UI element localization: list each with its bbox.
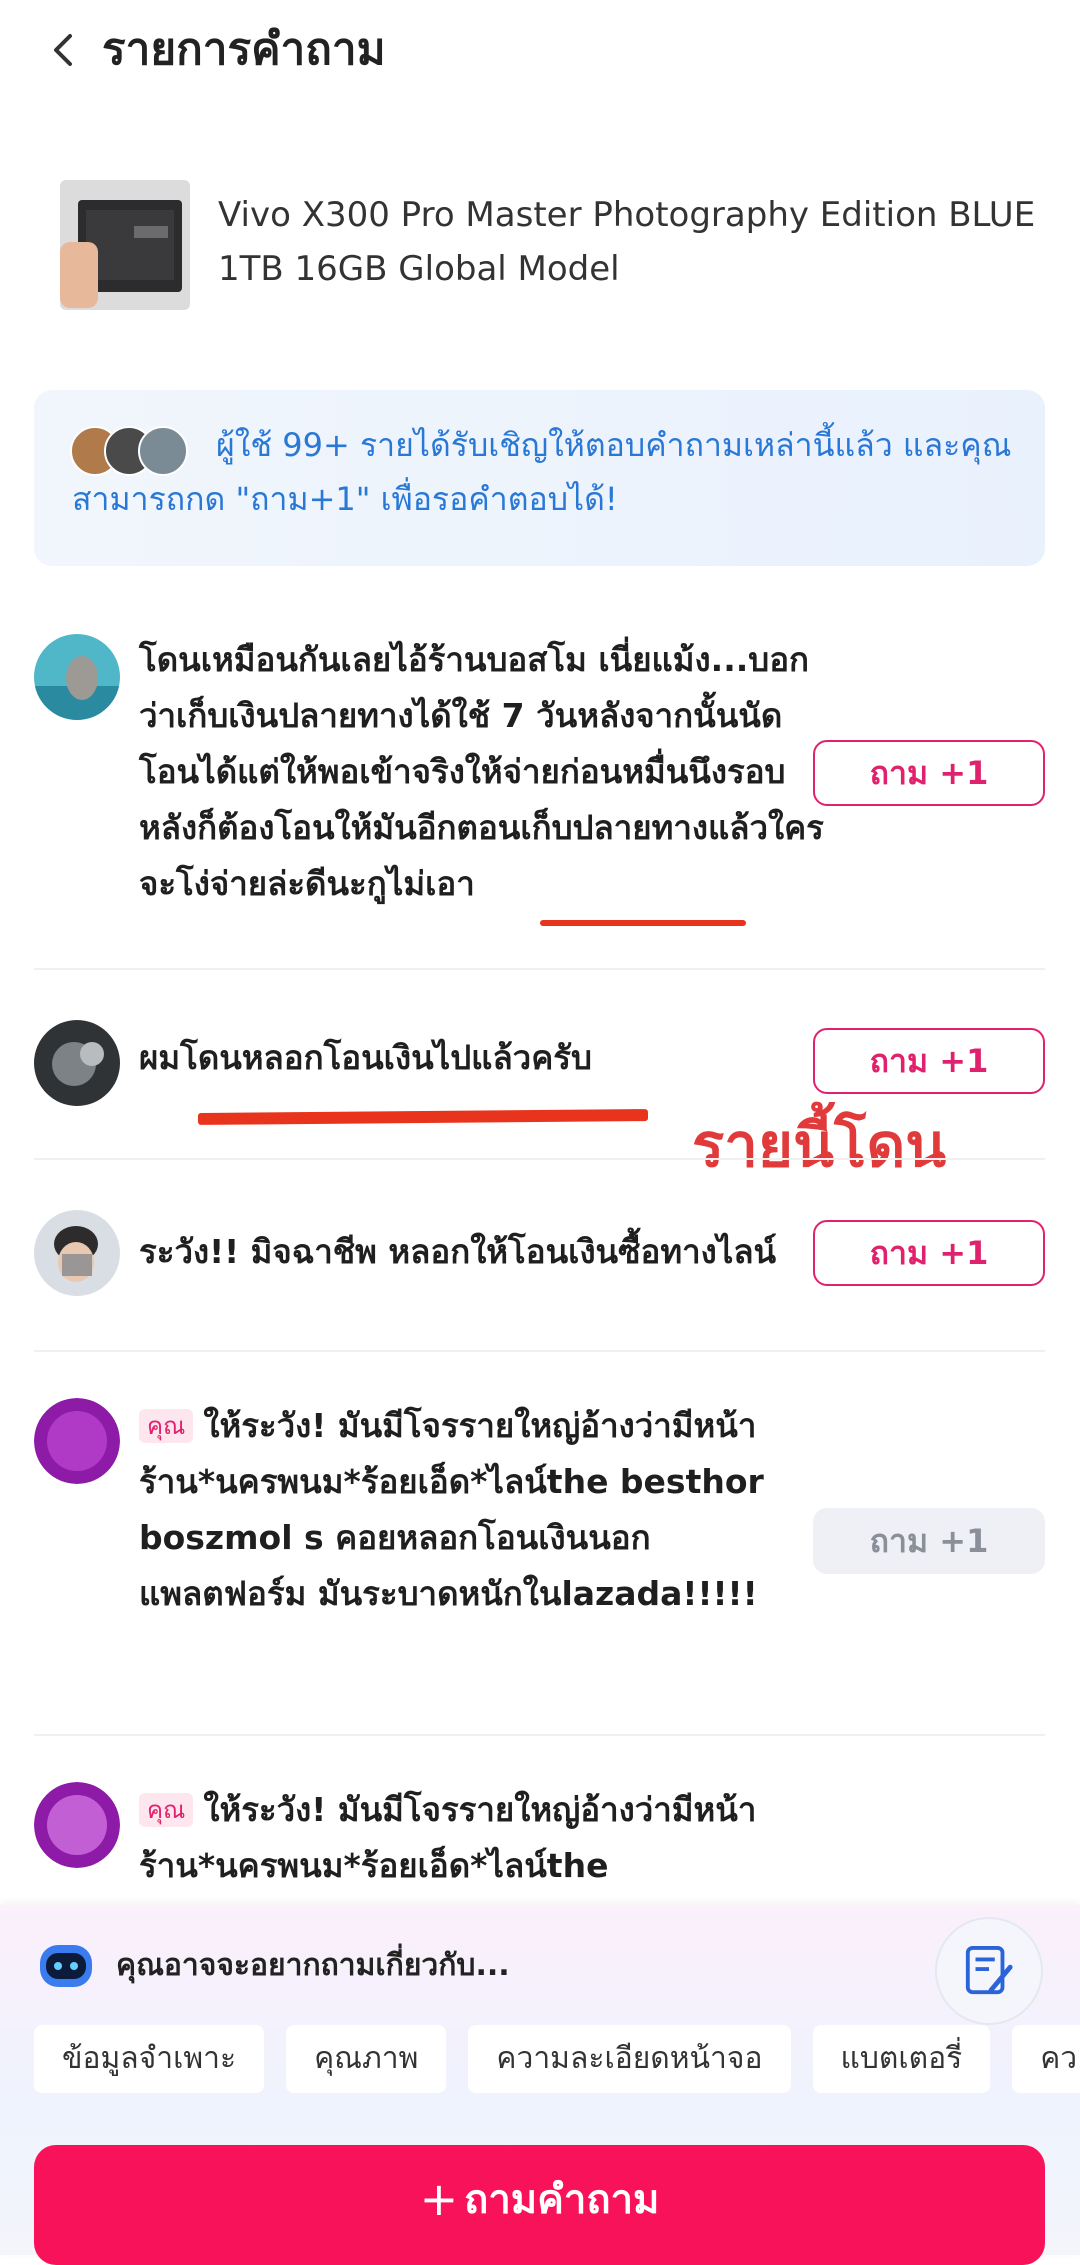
you-badge: คุณ — [139, 1793, 194, 1827]
divider — [34, 1350, 1045, 1352]
suggestion-panel: คุณอาจจะอยากถามเกี่ยวกับ... ข้อมูลจำเพาะ… — [0, 1905, 1080, 2265]
robot-assistant-icon — [40, 1945, 92, 1987]
plus-icon: + — [419, 2172, 459, 2226]
you-badge: คุณ — [139, 1409, 194, 1443]
avatar — [34, 1020, 120, 1106]
avatar — [34, 1782, 120, 1868]
question-text: ระวัง!! มิจฉาชีพ หลอกให้โอนเงินซื้อทางไล… — [139, 1232, 777, 1271]
ask-plus-one-button: ถาม +1 — [813, 1508, 1045, 1574]
ask-question-label: ถามคำถาม — [464, 2177, 660, 2223]
suggestion-chip[interactable]: คุณภาพ — [286, 2025, 447, 2093]
suggestion-title: คุณอาจจะอยากถามเกี่ยวกับ... — [116, 1948, 510, 1983]
red-underline-mark — [197, 1109, 649, 1125]
avatar — [34, 634, 120, 720]
red-annotation: รายนี้โดน — [692, 1111, 947, 1181]
divider — [34, 1158, 1045, 1160]
product-summary[interactable]: Vivo X300 Pro Master Photography Edition… — [60, 180, 1035, 320]
suggestion-chip[interactable]: ข้อมูลจำเพาะ — [34, 2025, 265, 2093]
suggestion-chip[interactable]: ความละเอียดหน้าจอ — [468, 2025, 791, 2093]
edit-note-button[interactable] — [935, 1917, 1043, 2025]
ask-plus-one-button[interactable]: ถาม +1 — [813, 1028, 1045, 1094]
ask-plus-one-button[interactable]: ถาม +1 — [813, 740, 1045, 806]
suggestion-chip[interactable]: คว — [1012, 2025, 1080, 2093]
question-item[interactable]: คุณ ให้ระวัง! มันมีโจรรายใหญ่อ้างว่ามีหน้… — [34, 1398, 1045, 1718]
product-thumbnail — [60, 180, 190, 310]
red-underline-mark — [540, 920, 746, 926]
question-item[interactable]: ระวัง!! มิจฉาชีพ หลอกให้โอนเงินซื้อทางไล… — [34, 1210, 1045, 1310]
suggestion-chips: ข้อมูลจำเพาะ คุณภาพ ความละเอียดหน้าจอ แบตเต… — [34, 2025, 1080, 2095]
page-title: รายการคำถาม — [102, 24, 386, 75]
divider — [34, 968, 1045, 970]
divider — [34, 1734, 1045, 1736]
question-item[interactable]: โดนเหมือนกันเลยไอ้ร้านบอสโม เนี่ยแม้ง...… — [34, 632, 1045, 942]
question-item[interactable]: คุณ ให้ระวัง! มันมีโจรรายใหญ่อ้างว่ามีหน้… — [34, 1782, 1045, 1912]
chevron-left-icon[interactable] — [44, 28, 84, 72]
suggestion-chip[interactable]: แบตเตอรี่ — [812, 2025, 991, 2093]
avatar — [34, 1398, 120, 1484]
question-text: โดนเหมือนกันเลยไอ้ร้านบอสโม เนี่ยแม้ง...… — [139, 640, 824, 903]
question-text: คุณ ให้ระวัง! มันมีโจรรายใหญ่อ้างว่ามีหน้… — [139, 1790, 757, 1885]
product-name: Vivo X300 Pro Master Photography Edition… — [218, 195, 1036, 289]
ask-question-button[interactable]: + ถามคำถาม — [34, 2145, 1045, 2265]
question-text: ผมโดนหลอกโอนเงินไปแล้วครับ — [139, 1038, 592, 1077]
info-banner: ผู้ใช้ 99+ รายได้รับเชิญให้ตอบคำถามเหล่า… — [34, 390, 1045, 566]
avatar — [34, 1210, 120, 1296]
header: รายการคำถาม — [0, 0, 1080, 100]
edit-note-icon — [965, 1945, 1013, 1995]
ask-plus-one-button[interactable]: ถาม +1 — [813, 1220, 1045, 1286]
info-text: ผู้ใช้ 99+ รายได้รับเชิญให้ตอบคำถามเหล่า… — [72, 426, 1012, 518]
question-text: คุณ ให้ระวัง! มันมีโจรรายใหญ่อ้างว่ามีหน้… — [139, 1406, 764, 1613]
